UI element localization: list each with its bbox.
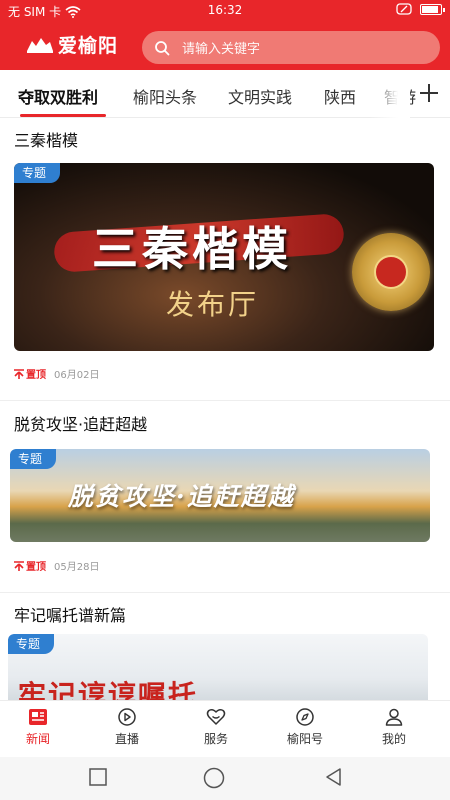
topic-tag: 专题 [14, 163, 61, 183]
back-button-icon[interactable] [324, 767, 344, 787]
service-icon [206, 709, 226, 725]
tab-civilization[interactable]: 文明实践 [228, 84, 292, 108]
tab-yuyang-headlines[interactable]: 榆阳头条 [133, 84, 197, 108]
feed-item-meta: 置顶 05月28日 [14, 558, 99, 573]
feed-banner[interactable]: 脱贫攻坚·追赶超越 专题 [10, 449, 430, 542]
banner-title: 三秦楷模 [92, 222, 292, 276]
nav-news[interactable]: 新闻 [8, 708, 68, 747]
medal-icon [352, 233, 430, 311]
pin-top-icon [14, 368, 24, 379]
compass-icon [296, 708, 314, 726]
pin-label: 置顶 [26, 562, 46, 573]
publish-date: 05月28日 [54, 562, 100, 573]
add-channel-icon[interactable] [418, 82, 440, 104]
feed-item-title[interactable]: 脱贫攻坚·追赶超越 [14, 411, 147, 435]
nav-yuyang-account[interactable]: 榆阳号 [275, 708, 335, 747]
app-logo: 爱榆阳 [26, 32, 119, 57]
search-icon [155, 40, 170, 55]
feed-banner[interactable]: 三秦楷模 发布厅 专题 [14, 163, 434, 351]
divider [0, 592, 450, 593]
search-bar[interactable]: 请输入关键字 [142, 31, 440, 64]
tab-fade [370, 70, 410, 118]
battery-icon [420, 3, 445, 15]
channel-tabs: 夺取双胜利 榆阳头条 文明实践 陕西 智游 [0, 70, 450, 118]
logo-mark-icon [27, 38, 53, 53]
bottom-nav: 新闻 直播 服务 榆阳号 我的 [0, 700, 450, 757]
feed-banner[interactable]: 牢记谆谆嘱托 专题 [8, 634, 428, 700]
nav-live[interactable]: 直播 [97, 708, 157, 747]
system-nav-bar [0, 757, 450, 800]
feed-item-title[interactable]: 牢记嘱托谱新篇 [14, 602, 126, 626]
clock: 16:32 [207, 3, 243, 17]
news-feed: 三秦楷模 三秦楷模 发布厅 专题 置顶 06月02日 脱贫攻坚·追赶超越 脱贫攻… [0, 118, 450, 700]
home-button-icon[interactable] [203, 767, 225, 789]
banner-title: 牢记谆谆嘱托 [18, 679, 199, 700]
feed-item-title[interactable]: 三秦楷模 [14, 127, 78, 151]
banner-subtitle: 发布厅 [166, 288, 260, 321]
pin-label: 置顶 [26, 370, 46, 381]
search-placeholder: 请输入关键字 [182, 42, 261, 57]
banner-title: 脱贫攻坚·追赶超越 [68, 482, 295, 511]
topic-tag: 专题 [10, 449, 57, 469]
feed-item-meta: 置顶 06月02日 [14, 366, 99, 381]
tab-shaanxi[interactable]: 陕西 [324, 84, 356, 108]
pin-top-icon [14, 560, 24, 571]
logo-text: 爱榆阳 [58, 34, 119, 57]
active-tab-indicator [20, 114, 106, 117]
app-header: 爱榆阳 请输入关键字 [0, 20, 450, 70]
status-bar: 无 SIM 卡 16:32 [0, 0, 450, 20]
publish-date: 06月02日 [54, 370, 100, 381]
tab-active[interactable]: 夺取双胜利 [18, 84, 98, 108]
news-icon [29, 709, 47, 725]
topic-tag: 专题 [8, 634, 55, 654]
nfc-icon [396, 3, 412, 15]
nav-service[interactable]: 服务 [186, 708, 246, 747]
nav-mine[interactable]: 我的 [364, 708, 424, 747]
divider [0, 400, 450, 401]
live-icon [118, 708, 136, 726]
recents-button-icon[interactable] [88, 767, 108, 787]
user-icon [385, 708, 403, 726]
